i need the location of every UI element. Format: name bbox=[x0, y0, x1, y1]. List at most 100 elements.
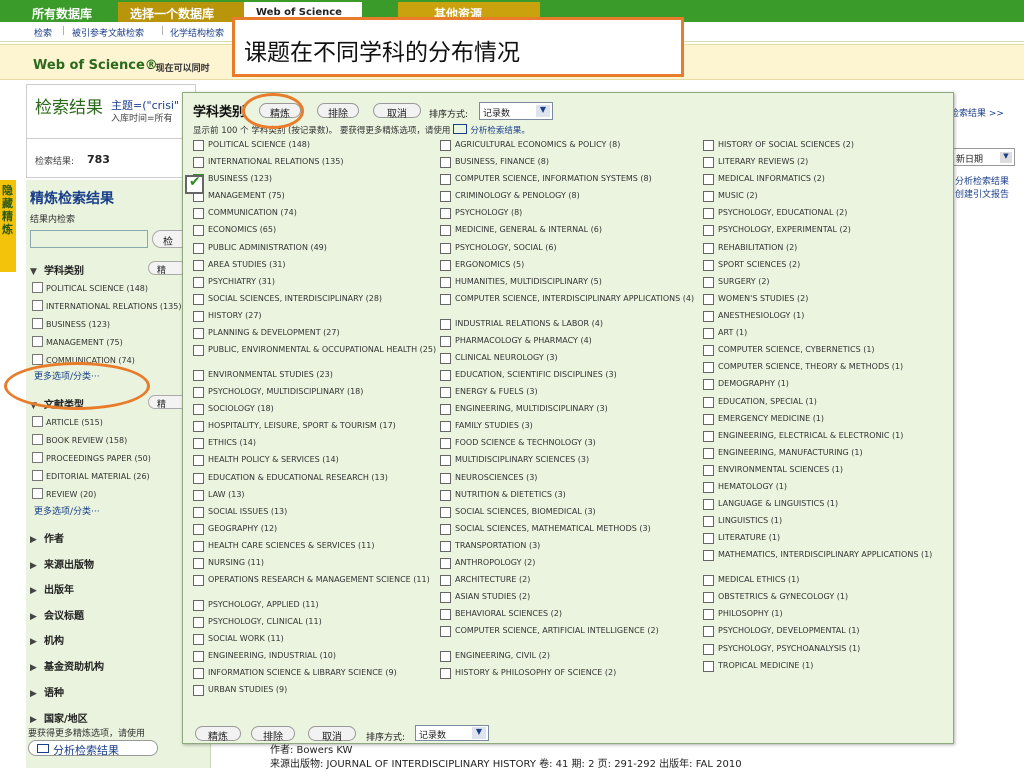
category-item[interactable]: HISTORY OF SOCIAL SCIENCES (2) bbox=[703, 140, 948, 151]
checkbox[interactable] bbox=[32, 452, 43, 463]
category-item[interactable]: MANAGEMENT (75) bbox=[193, 191, 437, 202]
category-item[interactable]: REHABILITATION (2) bbox=[703, 243, 948, 254]
checkbox[interactable] bbox=[193, 668, 204, 679]
checkbox[interactable] bbox=[32, 470, 43, 481]
category-item[interactable]: ENVIRONMENTAL SCIENCES (1) bbox=[703, 465, 948, 476]
category-item[interactable]: MEDICAL INFORMATICS (2) bbox=[703, 174, 948, 185]
checkbox[interactable] bbox=[440, 609, 451, 620]
category-item[interactable]: INFORMATION SCIENCE & LIBRARY SCIENCE (9… bbox=[193, 668, 437, 679]
category-item[interactable]: TRANSPORTATION (3) bbox=[440, 541, 698, 552]
category-item[interactable]: PSYCHOLOGY, DEVELOPMENTAL (1) bbox=[703, 626, 948, 637]
checkbox[interactable] bbox=[703, 644, 714, 655]
checkbox[interactable] bbox=[193, 225, 204, 236]
checkbox[interactable] bbox=[193, 157, 204, 168]
category-item[interactable]: EDUCATION & EDUCATIONAL RESEARCH (13) bbox=[193, 473, 437, 484]
category-item[interactable]: HUMANITIES, MULTIDISCIPLINARY (5) bbox=[440, 277, 698, 288]
checkbox[interactable] bbox=[703, 174, 714, 185]
category-item[interactable]: OPERATIONS RESEARCH & MANAGEMENT SCIENCE… bbox=[193, 575, 437, 586]
category-item[interactable]: PSYCHOLOGY, CLINICAL (11) bbox=[193, 617, 437, 628]
checkbox[interactable] bbox=[440, 336, 451, 347]
facet-conference-header[interactable]: ▶ 会议标题 bbox=[30, 607, 84, 622]
category-item[interactable]: OBSTETRICS & GYNECOLOGY (1) bbox=[703, 592, 948, 603]
checkbox[interactable] bbox=[193, 404, 204, 415]
category-item[interactable]: BUSINESS (123) bbox=[193, 173, 437, 185]
category-item[interactable]: PSYCHOLOGY, SOCIAL (6) bbox=[440, 243, 698, 254]
checkbox[interactable] bbox=[440, 507, 451, 518]
category-item[interactable]: COMMUNICATION (74) bbox=[193, 208, 437, 219]
category-item[interactable]: HEALTH POLICY & SERVICES (14) bbox=[193, 455, 437, 466]
category-item[interactable]: GEOGRAPHY (12) bbox=[193, 524, 437, 535]
checkbox[interactable] bbox=[193, 140, 204, 151]
category-item[interactable]: SOCIOLOGY (18) bbox=[193, 404, 437, 415]
category-item[interactable]: SOCIAL WORK (11) bbox=[193, 634, 437, 645]
category-item[interactable]: EDUCATION, SPECIAL (1) bbox=[703, 397, 948, 408]
category-item[interactable]: INTERNATIONAL RELATIONS (135) bbox=[193, 157, 437, 168]
category-item[interactable]: PSYCHOLOGY, PSYCHOANALYSIS (1) bbox=[703, 644, 948, 655]
checkbox[interactable] bbox=[703, 482, 714, 493]
bottom-exclude-button[interactable]: 排除 bbox=[251, 726, 295, 743]
checkbox[interactable] bbox=[703, 414, 714, 425]
checkbox[interactable] bbox=[440, 353, 451, 364]
category-item[interactable]: WOMEN'S STUDIES (2) bbox=[703, 294, 948, 305]
category-item[interactable]: ECONOMICS (65) bbox=[193, 225, 437, 236]
bottom-cancel-button[interactable]: 取消 bbox=[308, 726, 356, 743]
checkbox[interactable] bbox=[703, 465, 714, 476]
checkbox[interactable] bbox=[193, 575, 204, 586]
checkbox[interactable] bbox=[703, 345, 714, 356]
checkbox[interactable] bbox=[193, 294, 204, 305]
category-item[interactable]: LITERARY REVIEWS (2) bbox=[703, 157, 948, 168]
checkbox[interactable] bbox=[703, 140, 714, 151]
facet-subject-header[interactable]: ▼ 学科类别 bbox=[30, 262, 84, 277]
category-item[interactable]: HOSPITALITY, LEISURE, SPORT & TOURISM (1… bbox=[193, 421, 437, 432]
category-item[interactable]: COMPUTER SCIENCE, ARTIFICIAL INTELLIGENC… bbox=[440, 626, 698, 637]
doctype-more-options-link[interactable]: 更多选项/分类··· bbox=[34, 504, 100, 517]
category-item[interactable]: PSYCHIATRY (31) bbox=[193, 277, 437, 288]
category-item[interactable]: ASIAN STUDIES (2) bbox=[440, 592, 698, 603]
category-item[interactable]: MUSIC (2) bbox=[703, 191, 948, 202]
category-item[interactable]: EMERGENCY MEDICINE (1) bbox=[703, 414, 948, 425]
category-item[interactable]: LANGUAGE & LINGUISTICS (1) bbox=[703, 499, 948, 510]
checkbox[interactable] bbox=[703, 225, 714, 236]
checkbox[interactable] bbox=[193, 507, 204, 518]
checkbox[interactable] bbox=[193, 634, 204, 645]
category-item[interactable]: PSYCHOLOGY, APPLIED (11) bbox=[193, 600, 437, 611]
checkbox[interactable] bbox=[32, 336, 43, 347]
category-item[interactable]: SURGERY (2) bbox=[703, 277, 948, 288]
citation-report-link[interactable]: 创建引文报告 bbox=[955, 189, 1009, 202]
checkbox[interactable] bbox=[440, 490, 451, 501]
checkbox[interactable] bbox=[440, 524, 451, 535]
category-item[interactable]: ENGINEERING, ELECTRICAL & ELECTRONIC (1) bbox=[703, 431, 948, 442]
checkbox[interactable] bbox=[440, 575, 451, 586]
checkbox[interactable] bbox=[703, 533, 714, 544]
checkbox[interactable] bbox=[703, 191, 714, 202]
facet-source-header[interactable]: ▶ 来源出版物 bbox=[30, 556, 94, 571]
checkbox[interactable] bbox=[32, 488, 43, 499]
analyze-results-link[interactable]: 分析检索结果 bbox=[955, 176, 1009, 189]
facet-language-header[interactable]: ▶ 语种 bbox=[30, 684, 64, 699]
category-item[interactable]: SOCIAL ISSUES (13) bbox=[193, 507, 437, 518]
checkbox[interactable] bbox=[440, 260, 451, 271]
category-item[interactable]: ARCHITECTURE (2) bbox=[440, 575, 698, 586]
category-item[interactable]: ENGINEERING, INDUSTRIAL (10) bbox=[193, 651, 437, 662]
checkbox[interactable] bbox=[440, 668, 451, 679]
category-item[interactable]: LITERATURE (1) bbox=[703, 533, 948, 544]
checkbox[interactable] bbox=[440, 277, 451, 288]
exclude-button[interactable]: 排除 bbox=[317, 103, 359, 120]
category-item[interactable]: TROPICAL MEDICINE (1) bbox=[703, 661, 948, 672]
checkbox[interactable] bbox=[193, 370, 204, 381]
checkbox[interactable] bbox=[703, 260, 714, 271]
category-item[interactable]: ANTHROPOLOGY (2) bbox=[440, 558, 698, 569]
checkbox[interactable] bbox=[440, 225, 451, 236]
category-item[interactable]: PSYCHOLOGY, MULTIDISCIPLINARY (18) bbox=[193, 387, 437, 398]
checkbox[interactable] bbox=[703, 431, 714, 442]
facet-item[interactable]: PROCEEDINGS PAPER (50) bbox=[32, 452, 182, 463]
checkbox[interactable] bbox=[703, 626, 714, 637]
checkbox[interactable] bbox=[193, 651, 204, 662]
checkbox[interactable] bbox=[32, 300, 43, 311]
category-item[interactable]: PLANNING & DEVELOPMENT (27) bbox=[193, 328, 437, 339]
checkbox[interactable] bbox=[32, 354, 43, 365]
checkbox[interactable] bbox=[440, 370, 451, 381]
category-item[interactable]: PUBLIC, ENVIRONMENTAL & OCCUPATIONAL HEA… bbox=[193, 345, 437, 356]
category-item[interactable]: ERGONOMICS (5) bbox=[440, 260, 698, 271]
category-item[interactable]: PHILOSOPHY (1) bbox=[703, 609, 948, 620]
